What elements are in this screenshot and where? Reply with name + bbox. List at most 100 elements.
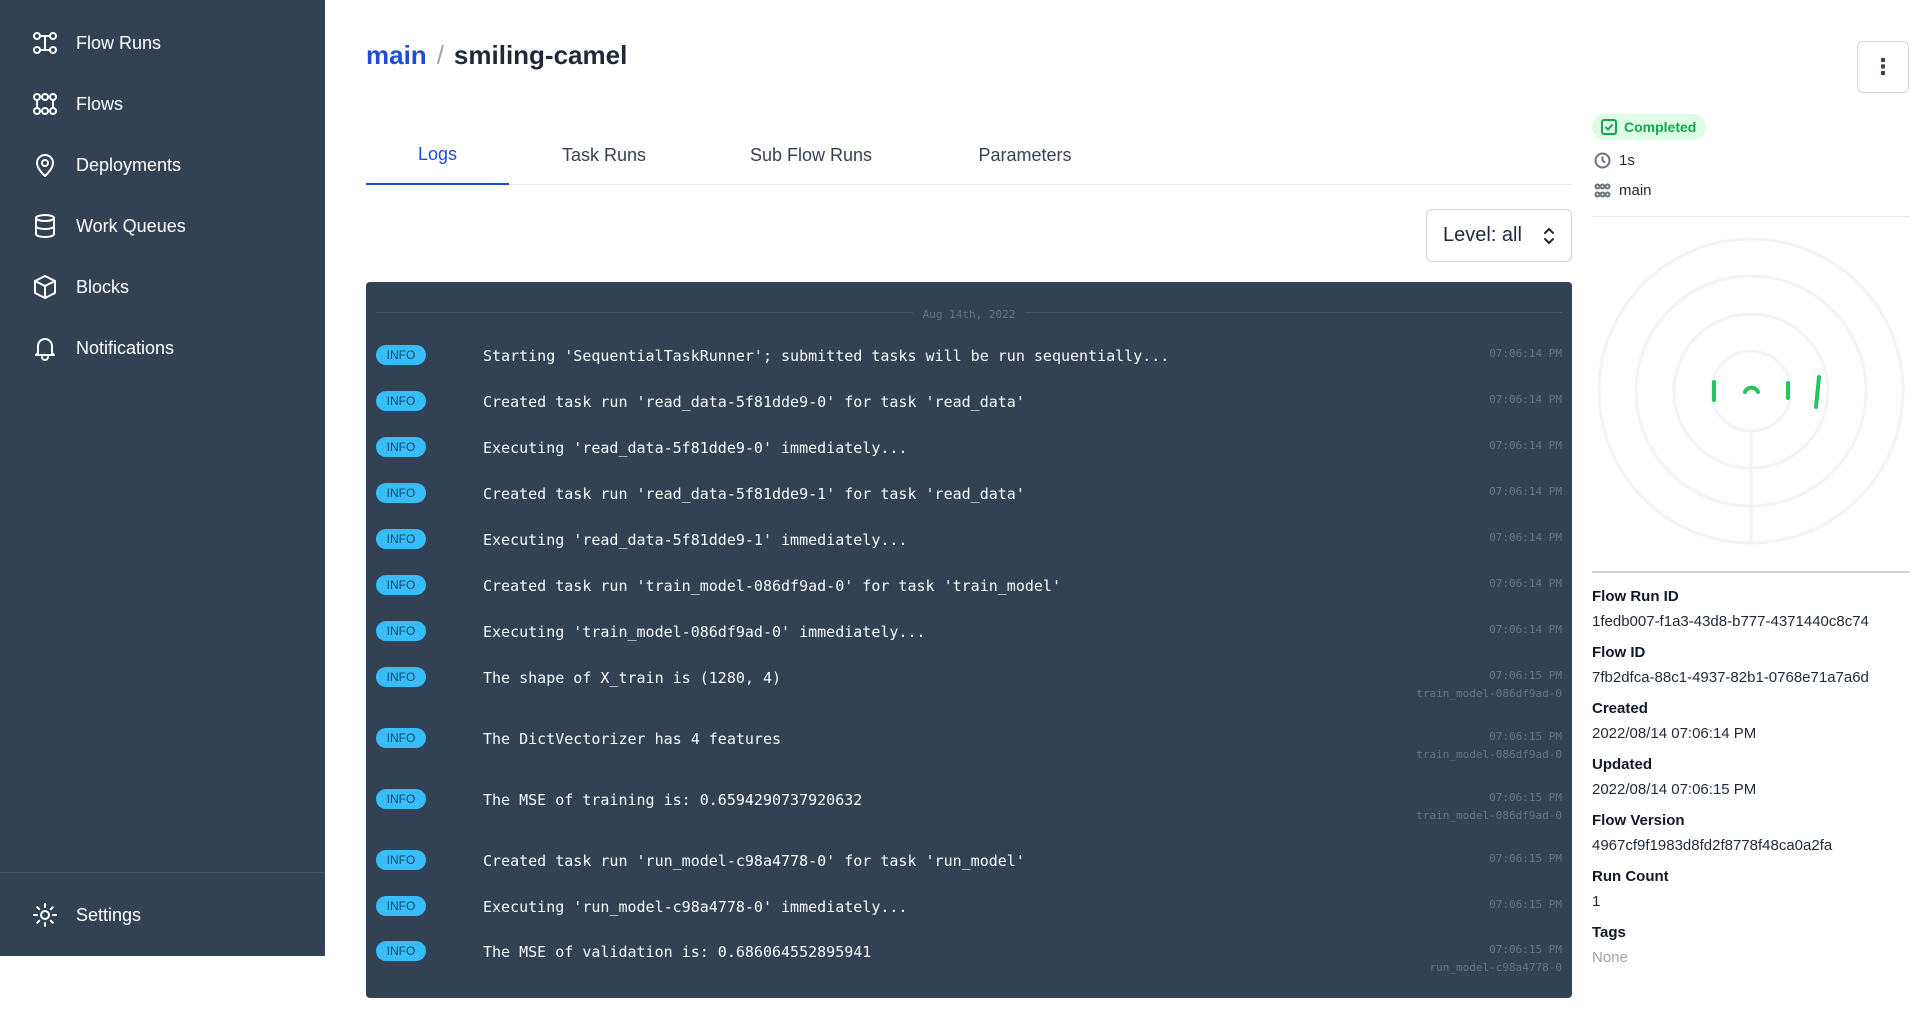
log-message: Executing 'train_model-086df9ad-0' immed… <box>483 623 926 641</box>
sidebar-item-label: Notifications <box>76 337 175 358</box>
detail-label: Tags <box>1592 924 1626 941</box>
detail-value: 1fedb007-f1a3-43d8-b777-4371440c8c74 <box>1592 613 1869 630</box>
log-task-run-name[interactable]: run_model-c98a4778-0 <box>1430 961 1562 974</box>
detail-value: 2022/08/14 07:06:15 PM <box>1592 781 1757 798</box>
tab-sub-flow-runs[interactable]: Sub Flow Runs <box>699 125 923 185</box>
sidebar-item-label: Blocks <box>76 276 130 297</box>
detail-value: 1 <box>1592 893 1601 910</box>
clock-icon <box>1594 152 1611 168</box>
database-icon <box>30 211 60 241</box>
more-options-button[interactable]: ⋮ <box>1857 41 1909 93</box>
log-timestamp: 07:06:15 PM <box>1489 730 1562 743</box>
log-message: The shape of X_train is (1280, 4) <box>483 669 782 687</box>
detail-value: 4967cf9f1983d8fd2f8778f48ca0a2fa <box>1592 837 1833 854</box>
flow-runs-icon <box>30 28 60 58</box>
log-message: Created task run 'run_model-c98a4778-0' … <box>483 852 1025 870</box>
logs-panel[interactable]: Aug 14th, 2022 INFO Starting 'Sequential… <box>366 282 1572 998</box>
log-task-run-name[interactable]: train_model-086df9ad-0 <box>1416 687 1562 700</box>
sidebar-item-label: Flow Runs <box>76 32 162 53</box>
breadcrumb-flow-link[interactable]: main <box>366 40 427 71</box>
log-level-badge: INFO <box>376 667 426 687</box>
breadcrumb-separator: / <box>436 40 444 70</box>
detail-value: None <box>1592 949 1628 966</box>
tab-logs[interactable]: Logs <box>366 125 509 185</box>
sidebar-item-flows[interactable]: Flows <box>30 84 123 124</box>
tab-bar: Logs Task Runs Sub Flow Runs Parameters <box>366 125 1572 185</box>
log-level-badge: INFO <box>376 896 426 916</box>
date-label: Aug 14th, 2022 <box>366 305 1572 323</box>
sidebar: Flow Runs Flows Deployments Work Queues … <box>0 0 325 956</box>
tab-task-runs[interactable]: Task Runs <box>509 125 699 185</box>
detail-label: Run Count <box>1592 868 1669 885</box>
log-timestamp: 07:06:14 PM <box>1489 577 1562 590</box>
log-timestamp: 07:06:14 PM <box>1489 623 1562 636</box>
log-message: Executing 'read_data-5f81dde9-0' immedia… <box>483 439 908 457</box>
sidebar-item-work-queues[interactable]: Work Queues <box>30 206 186 246</box>
log-level-badge: INFO <box>376 575 426 595</box>
log-timestamp: 07:06:15 PM <box>1489 669 1562 682</box>
gear-icon <box>30 900 60 930</box>
divider <box>1592 571 1910 573</box>
log-level-badge: INFO <box>376 345 426 365</box>
log-level-badge: INFO <box>376 483 426 503</box>
log-level-badge: INFO <box>376 941 426 961</box>
sidebar-divider <box>0 872 325 873</box>
flow-run-radar[interactable] <box>1592 232 1910 550</box>
sidebar-item-label: Deployments <box>76 154 182 175</box>
log-message: The MSE of validation is: 0.686064552895… <box>483 943 872 961</box>
tab-parameters[interactable]: Parameters <box>923 125 1127 185</box>
status-badge: Completed <box>1592 114 1707 140</box>
sidebar-item-notifications[interactable]: Notifications <box>30 328 174 368</box>
log-timestamp: 07:06:14 PM <box>1489 439 1562 452</box>
duration-value: 1s <box>1619 151 1635 169</box>
log-level-badge: INFO <box>376 728 426 748</box>
log-level-badge: INFO <box>376 437 426 457</box>
log-timestamp: 07:06:15 PM <box>1489 852 1562 865</box>
detail-value: 7fb2dfca-88c1-4937-82b1-0768e71a7a6d <box>1592 669 1869 686</box>
detail-label: Flow Run ID <box>1592 588 1679 605</box>
page-title: smiling-camel <box>453 40 628 70</box>
cube-icon <box>30 272 60 302</box>
kebab-menu-icon: ⋮ <box>1872 54 1894 79</box>
log-timestamp: 07:06:14 PM <box>1489 347 1562 360</box>
log-message: The MSE of training is: 0.65942907379206… <box>483 791 863 809</box>
log-timestamp: 07:06:15 PM <box>1489 943 1562 956</box>
log-message: The DictVectorizer has 4 features <box>483 730 782 748</box>
log-level-badge: INFO <box>376 529 426 549</box>
duration: 1s <box>1594 150 1635 170</box>
detail-label: Flow ID <box>1592 644 1646 661</box>
check-square-icon <box>1601 119 1617 135</box>
level-filter-select[interactable]: Level: all <box>1426 209 1572 262</box>
flow-name: main <box>1619 181 1652 199</box>
log-message: Created task run 'read_data-5f81dde9-0' … <box>483 393 1025 411</box>
log-message: Executing 'read_data-5f81dde9-1' immedia… <box>483 531 908 549</box>
sidebar-item-settings[interactable]: Settings <box>30 895 141 935</box>
log-message: Created task run 'train_model-086df9ad-0… <box>483 577 1061 595</box>
flow-link[interactable]: main <box>1594 180 1652 200</box>
divider <box>1592 216 1910 217</box>
log-timestamp: 07:06:14 PM <box>1489 531 1562 544</box>
detail-label: Updated <box>1592 756 1652 773</box>
status-label: Completed <box>1624 119 1697 135</box>
log-message: Starting 'SequentialTaskRunner'; submitt… <box>483 347 1170 365</box>
sidebar-item-label: Settings <box>76 904 142 925</box>
location-pin-icon <box>30 150 60 180</box>
flows-icon <box>1594 183 1611 197</box>
breadcrumb: main / smiling-camel <box>366 40 627 71</box>
log-level-badge: INFO <box>376 621 426 641</box>
sidebar-item-label: Work Queues <box>76 215 186 236</box>
log-task-run-name[interactable]: train_model-086df9ad-0 <box>1416 809 1562 822</box>
detail-label: Created <box>1592 700 1648 717</box>
detail-label: Flow Version <box>1592 812 1685 829</box>
bell-icon <box>30 333 60 363</box>
sidebar-item-flow-runs[interactable]: Flow Runs <box>30 23 161 63</box>
sidebar-item-deployments[interactable]: Deployments <box>30 145 181 185</box>
log-timestamp: 07:06:15 PM <box>1489 791 1562 804</box>
log-level-badge: INFO <box>376 850 426 870</box>
sidebar-item-blocks[interactable]: Blocks <box>30 267 129 307</box>
detail-value: 2022/08/14 07:06:14 PM <box>1592 725 1757 742</box>
log-task-run-name[interactable]: train_model-086df9ad-0 <box>1416 748 1562 761</box>
log-message: Created task run 'read_data-5f81dde9-1' … <box>483 485 1025 503</box>
log-timestamp: 07:06:14 PM <box>1489 485 1562 498</box>
select-chevron-icon <box>1544 227 1554 245</box>
